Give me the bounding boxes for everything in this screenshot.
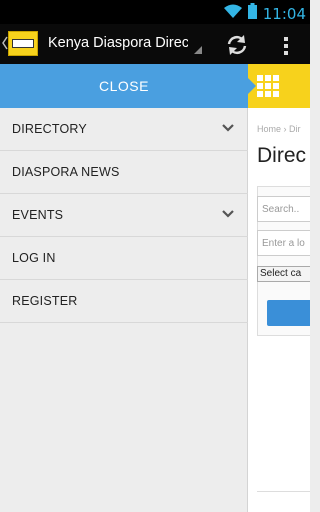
menu-item-events[interactable]: EVENTS xyxy=(0,194,248,237)
grid-menu-icon[interactable] xyxy=(257,75,279,97)
status-bar: 11:04 xyxy=(0,0,310,24)
category-select[interactable]: Select ca xyxy=(257,266,310,282)
action-bar: Kenya Diaspora Directory xyxy=(0,24,310,64)
spinner-indicator-icon xyxy=(194,46,202,54)
menu-item-label: EVENTS xyxy=(12,208,64,222)
search-button[interactable] xyxy=(267,300,310,326)
menu-item-label: REGISTER xyxy=(12,294,78,308)
menu-item-label: DIASPORA NEWS xyxy=(12,165,120,179)
page-header xyxy=(248,64,310,108)
app-title[interactable]: Kenya Diaspora Directory xyxy=(48,35,188,51)
overflow-menu-icon[interactable] xyxy=(276,34,296,56)
page-title: Direc xyxy=(257,144,307,167)
app-logo[interactable] xyxy=(8,31,38,56)
menu-item-log-in[interactable]: LOG IN xyxy=(0,237,248,280)
menu-item-label: LOG IN xyxy=(12,251,56,265)
battery-icon xyxy=(247,3,257,24)
chevron-down-icon[interactable] xyxy=(222,124,234,134)
status-time: 11:04 xyxy=(262,4,306,23)
menu-item-register[interactable]: REGISTER xyxy=(0,280,248,323)
menu-item-directory[interactable]: DIRECTORY xyxy=(0,108,248,151)
refresh-icon[interactable] xyxy=(224,32,250,58)
search-input[interactable]: Search.. xyxy=(257,196,310,222)
menu-item-diaspora-news[interactable]: DIASPORA NEWS xyxy=(0,151,248,194)
location-input[interactable]: Enter a lo xyxy=(257,230,310,256)
wifi-icon xyxy=(223,4,242,24)
drawer-pointer-icon xyxy=(248,78,256,94)
divider xyxy=(257,491,310,492)
page-content: Home › Dir Direc Search.. Enter a lo Sel… xyxy=(248,64,310,512)
breadcrumb[interactable]: Home › Dir xyxy=(257,124,301,134)
menu-item-label: DIRECTORY xyxy=(12,122,87,136)
close-drawer-button[interactable]: CLOSE xyxy=(0,64,248,108)
drawer-menu: DIRECTORY DIASPORA NEWS EVENTS LOG IN RE… xyxy=(0,108,248,323)
chevron-down-icon[interactable] xyxy=(222,210,234,220)
navigation-drawer: CLOSE DIRECTORY DIASPORA NEWS EVENTS LOG… xyxy=(0,64,248,512)
